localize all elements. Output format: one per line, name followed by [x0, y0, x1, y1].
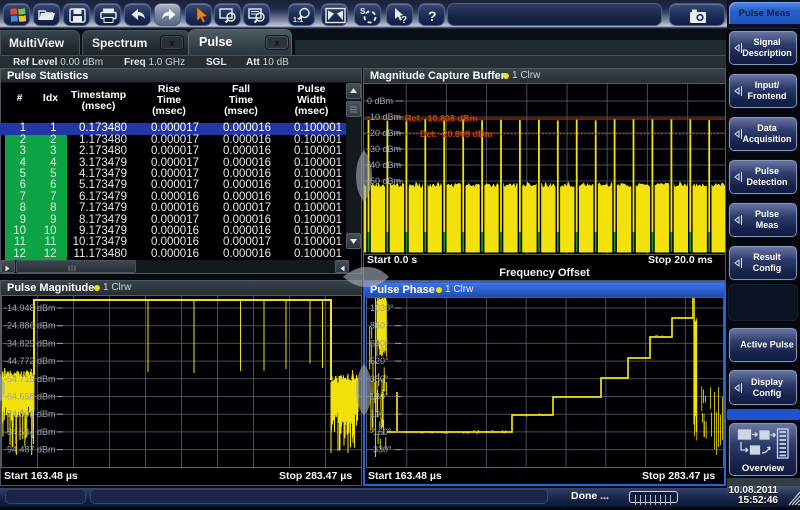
svg-text:10°: 10° — [370, 409, 384, 419]
svg-text:180°: 180° — [370, 392, 389, 402]
svg-text:Ref. -10.808 dBm: Ref. -10.808 dBm — [405, 114, 478, 124]
svg-text:-10 dBm: -10 dBm — [367, 112, 401, 122]
svg-text:-30 dBm: -30 dBm — [367, 144, 401, 154]
svg-text:350°: 350° — [370, 374, 389, 384]
svg-text:-20 dBm: -20 dBm — [367, 128, 401, 138]
svg-text:-34.829 dBm: -34.829 dBm — [4, 338, 56, 348]
svg-text:S: S — [360, 7, 366, 16]
svg-text:-54.715 dBm: -54.715 dBm — [4, 374, 56, 384]
svg-text:1030°: 1030° — [370, 303, 394, 313]
svg-text:520°: 520° — [370, 356, 389, 366]
svg-text:860°: 860° — [370, 321, 389, 331]
svg-text:690°: 690° — [370, 338, 389, 348]
svg-text:-330°: -330° — [370, 445, 392, 455]
svg-text:-64.658 dBm: -64.658 dBm — [4, 392, 56, 402]
svg-text:-74.601 dBm: -74.601 dBm — [4, 409, 56, 419]
svg-text:-84.544 dBm: -84.544 dBm — [4, 427, 56, 437]
svg-text:-44.772 dBm: -44.772 dBm — [4, 356, 56, 366]
svg-text:Det. -20.808 dBm: Det. -20.808 dBm — [420, 129, 493, 139]
svg-text:0 dBm: 0 dBm — [367, 96, 393, 106]
svg-text:?: ? — [401, 15, 407, 26]
svg-text:?: ? — [428, 8, 437, 24]
svg-text:-160°: -160° — [370, 427, 392, 437]
svg-text:-14.948 dBm: -14.948 dBm — [4, 303, 56, 313]
svg-text:-24.886 dBm: -24.886 dBm — [4, 321, 56, 331]
svg-text:-50 dBm: -50 dBm — [367, 176, 401, 186]
svg-text:1:1: 1:1 — [293, 17, 303, 24]
svg-text:-94.487 dBm: -94.487 dBm — [4, 445, 56, 455]
svg-text:-40 dBm: -40 dBm — [367, 160, 401, 170]
